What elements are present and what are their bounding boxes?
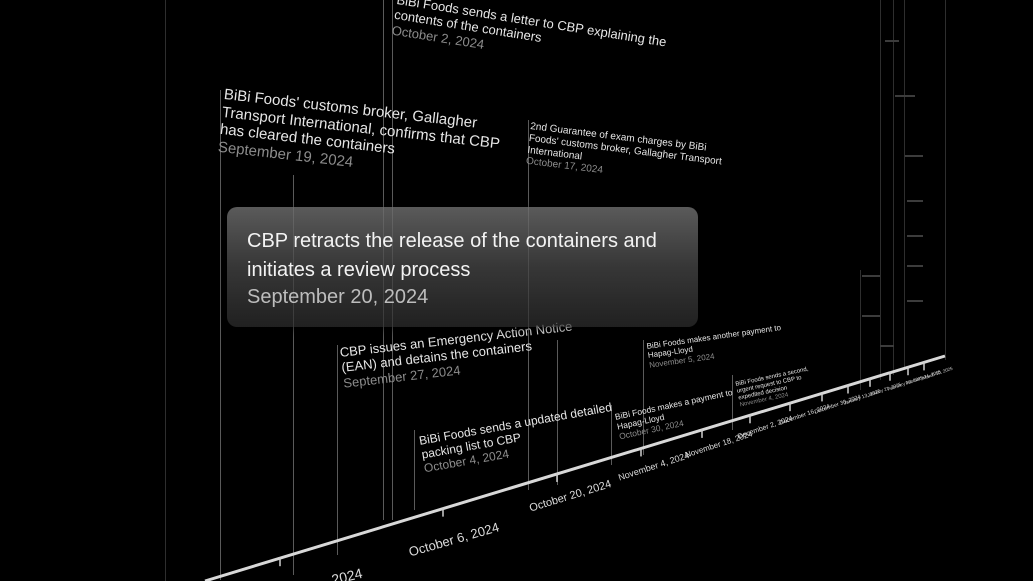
event-tooltip: CBP retracts the release of the containe… [227,207,698,327]
tooltip-title: CBP retracts the release of the containe… [247,230,657,281]
timeline-scene[interactable]: BiBi Foods sends a letter to CBP explain… [0,0,1033,581]
tooltip-date: September 20, 2024 [247,286,429,308]
axis-line [204,354,946,581]
